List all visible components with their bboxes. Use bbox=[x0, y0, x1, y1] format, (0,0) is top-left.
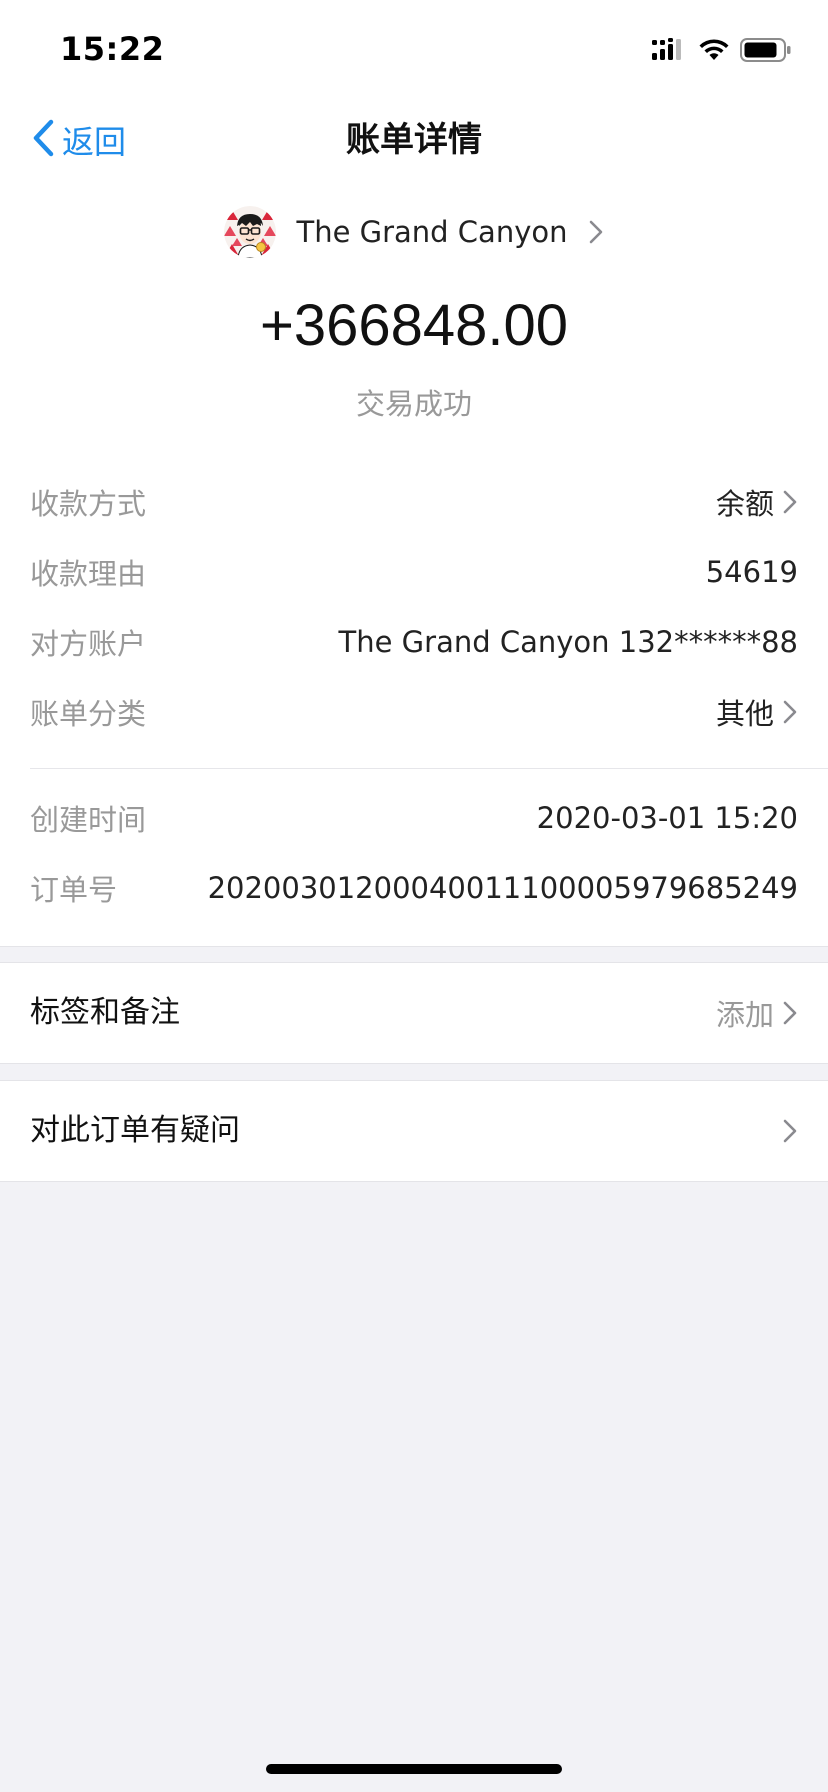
back-button[interactable]: 返回 bbox=[32, 110, 126, 170]
detail-row-order-number: 订单号 20200301200040011100005979685249 bbox=[30, 858, 798, 918]
avatar bbox=[224, 206, 277, 258]
detail-value: 2020-03-01 15:20 bbox=[536, 801, 798, 835]
detail-row-reason: 收款理由 54619 bbox=[30, 542, 798, 602]
status-icons bbox=[652, 36, 792, 64]
status-time: 15:22 bbox=[60, 30, 165, 68]
detail-value-wrap: 余额 bbox=[716, 481, 798, 523]
detail-value: 余额 bbox=[715, 487, 774, 521]
chevron-right-icon bbox=[588, 219, 604, 245]
chevron-right-icon bbox=[782, 489, 798, 515]
order-question-label: 对此订单有疑问 bbox=[30, 1113, 240, 1148]
back-label: 返回 bbox=[62, 123, 127, 161]
signal-icon bbox=[652, 38, 688, 62]
divider bbox=[30, 768, 828, 769]
tags-notes-label: 标签和备注 bbox=[30, 995, 180, 1030]
home-indicator[interactable] bbox=[266, 1764, 562, 1774]
detail-value: 其他 bbox=[715, 697, 774, 731]
detail-label: 订单号 bbox=[30, 873, 118, 907]
detail-value: 54619 bbox=[705, 555, 798, 589]
tags-notes-action: 添加 bbox=[716, 963, 798, 1063]
tags-notes-row[interactable]: 标签和备注 添加 bbox=[0, 962, 828, 1064]
detail-value-wrap: 其他 bbox=[716, 691, 798, 733]
chevron-right-icon bbox=[782, 1000, 798, 1026]
order-question-action bbox=[782, 1081, 798, 1181]
transaction-amount: +366848.00 bbox=[259, 293, 569, 358]
detail-row-payment-method[interactable]: 收款方式 余额 bbox=[30, 472, 798, 532]
detail-row-counterparty: 对方账户 The Grand Canyon 132******88 bbox=[30, 612, 798, 672]
detail-label: 收款理由 bbox=[30, 557, 147, 591]
wifi-icon bbox=[698, 38, 730, 62]
detail-value: The Grand Canyon 132******88 bbox=[338, 625, 798, 659]
nav-bar: 返回 账单详情 bbox=[0, 96, 828, 184]
detail-row-created-time: 创建时间 2020-03-01 15:20 bbox=[30, 788, 798, 848]
detail-value: 20200301200040011100005979685249 bbox=[207, 871, 798, 905]
merchant-link[interactable]: The Grand Canyon bbox=[0, 200, 828, 264]
detail-label: 对方账户 bbox=[30, 627, 147, 661]
order-question-row[interactable]: 对此订单有疑问 bbox=[0, 1080, 828, 1182]
bill-detail-screen: 15:22 返回 账单详情 The Grand Canyon +366848.0… bbox=[0, 0, 828, 1792]
battery-icon bbox=[740, 38, 792, 62]
detail-label: 创建时间 bbox=[30, 803, 147, 837]
detail-label: 账单分类 bbox=[30, 697, 147, 731]
chevron-right-icon bbox=[782, 1118, 798, 1144]
chevron-right-icon bbox=[782, 699, 798, 725]
add-label: 添加 bbox=[715, 998, 774, 1032]
transaction-status: 交易成功 bbox=[355, 387, 472, 421]
bill-card: The Grand Canyon +366848.00 交易成功 收款方式 余额 bbox=[0, 184, 828, 947]
detail-row-category[interactable]: 账单分类 其他 bbox=[30, 682, 798, 742]
merchant-name: The Grand Canyon bbox=[296, 215, 568, 249]
chevron-left-icon bbox=[32, 119, 54, 161]
detail-label: 收款方式 bbox=[30, 487, 147, 521]
status-bar: 15:22 bbox=[0, 0, 828, 96]
